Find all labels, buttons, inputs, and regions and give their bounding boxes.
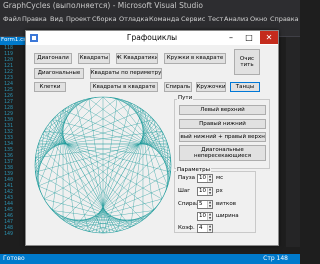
path-diagonal-button[interactable]: Диагональные непересекающиеся <box>179 145 266 161</box>
step-value: 10 <box>199 188 206 194</box>
width-unit: ширина <box>216 213 239 219</box>
squares-button[interactable]: Квадраты <box>78 53 110 64</box>
stepper-arrows-icon[interactable]: ▲ ▼ <box>207 212 212 220</box>
squares-in-square-button[interactable]: Квадраты в квадрате <box>90 82 158 92</box>
menu-debug[interactable]: Отладка <box>119 15 148 23</box>
line-number-gutter: 118 119 120 121 122 123 124 125 126 127 128 129 130 1… <box>0 45 14 240</box>
coef-stepper[interactable]: 4 ▲ ▼ <box>197 224 213 233</box>
cycle-line <box>62 124 159 221</box>
cycle-line <box>75 97 96 104</box>
menu-analyze[interactable]: Анализ <box>224 15 249 23</box>
cycle-line <box>47 124 144 221</box>
step-unit: px <box>216 188 223 194</box>
path-top-right-button[interactable]: Левый верхний <box>179 105 266 115</box>
spiral-button[interactable]: Спираль <box>164 82 192 92</box>
cycle-line <box>120 99 162 132</box>
menu-team[interactable]: Команда <box>149 15 179 23</box>
squares-perimeter-button[interactable]: Квадраты по периметру <box>90 68 162 79</box>
cycle-line <box>52 127 161 211</box>
cycle-line <box>60 112 76 228</box>
cycle-line <box>34 98 118 162</box>
cycle-line <box>88 98 172 162</box>
spiral-unit: витков <box>216 201 236 207</box>
minimize-icon[interactable]: – <box>222 31 240 44</box>
circles-in-square-button[interactable]: Кружки в квадрате <box>164 53 226 64</box>
width-stepper[interactable]: 10 ▲ ▼ <box>197 212 213 221</box>
menu-project[interactable]: Проект <box>66 15 91 23</box>
ide-side-panel <box>286 37 300 247</box>
window-titlebar[interactable]: Графоциклы – □ ✕ <box>26 31 278 45</box>
dances-button[interactable]: Танцы <box>230 82 260 92</box>
params-group-label: Параметры <box>176 167 211 173</box>
cycle-line <box>85 130 163 231</box>
maximize-icon[interactable]: □ <box>240 31 258 44</box>
drawing-canvas <box>32 93 174 237</box>
pause-stepper[interactable]: 10 ▲ ▼ <box>197 174 213 183</box>
close-icon[interactable]: ✕ <box>260 31 278 44</box>
clear-button[interactable]: Очис тить <box>234 49 260 75</box>
cycle-line <box>43 130 121 231</box>
x-squares-button[interactable]: Ж Квадратики <box>116 53 158 64</box>
menu-edit[interactable]: Правка <box>22 15 47 23</box>
paths-group-label: Пути <box>177 95 194 101</box>
cycle-line <box>45 127 154 211</box>
ide-titlebar: GraphCycles (выполняется) - Microsoft Vi… <box>0 0 300 14</box>
path-right-bottom-button[interactable]: Правый нижний <box>179 119 266 129</box>
stepper-arrows-icon[interactable]: ▲ ▼ <box>207 187 212 195</box>
cycle-line <box>44 130 169 148</box>
width-value: 10 <box>199 213 206 219</box>
spiral-value: 5 <box>199 201 203 207</box>
cycle-line <box>47 204 64 221</box>
menu-help[interactable]: Справка <box>270 15 299 23</box>
pause-unit: мс <box>216 175 224 181</box>
coef-label: Коэф. <box>178 225 195 231</box>
cycle-line <box>102 116 152 234</box>
status-ready: Готово <box>3 255 25 262</box>
line-number: 149 <box>3 231 13 237</box>
menu-view[interactable]: Вид <box>50 15 63 23</box>
spiral-stepper[interactable]: 5 ▲ ▼ <box>197 200 213 209</box>
ide-statusbar: Готово Стр 148 <box>0 254 300 264</box>
diagonals-button[interactable]: Диагонали <box>34 53 72 64</box>
cycle-line <box>92 109 144 233</box>
menu-file[interactable]: Файл <box>3 15 21 23</box>
circlets-button[interactable]: Кружочки <box>196 82 226 92</box>
graphcycles-window: Графоциклы – □ ✕ Диагонали Квадраты Ж Кв… <box>25 30 279 246</box>
cycle-line <box>37 130 162 148</box>
path-combined-button[interactable]: Левый нижний + правый верхний <box>179 132 266 142</box>
step-stepper[interactable]: 10 ▲ ▼ <box>197 187 213 196</box>
ide-menubar: Файл Правка Вид Проект Сборка Отладка Ко… <box>0 14 300 25</box>
menu-build[interactable]: Сборка <box>92 15 117 23</box>
cycle-line <box>35 157 128 229</box>
menu-window[interactable]: Окно <box>250 15 267 23</box>
pause-value: 10 <box>199 175 206 181</box>
ide-title: GraphCycles (выполняется) - Microsoft Vi… <box>3 1 203 10</box>
menu-tools[interactable]: Сервис <box>181 15 205 23</box>
step-label: Шаг <box>178 188 191 194</box>
stepper-arrows-icon[interactable]: ▲ ▼ <box>207 224 212 232</box>
menu-test[interactable]: Тест <box>208 15 223 23</box>
pause-label: Пауза <box>178 175 196 181</box>
cells-button[interactable]: Клетки <box>34 82 66 92</box>
coef-value: 4 <box>199 225 203 231</box>
cycle-line <box>54 116 104 234</box>
diagonal-button[interactable]: Диагональные <box>34 68 84 79</box>
stepper-arrows-icon[interactable]: ▲ ▼ <box>207 200 212 208</box>
stepper-arrows-icon[interactable]: ▲ ▼ <box>207 174 212 182</box>
status-line: Стр 148 <box>263 255 288 262</box>
cycle-line <box>35 140 167 159</box>
ide-editor-tab[interactable]: Form1.cs <box>0 37 26 45</box>
